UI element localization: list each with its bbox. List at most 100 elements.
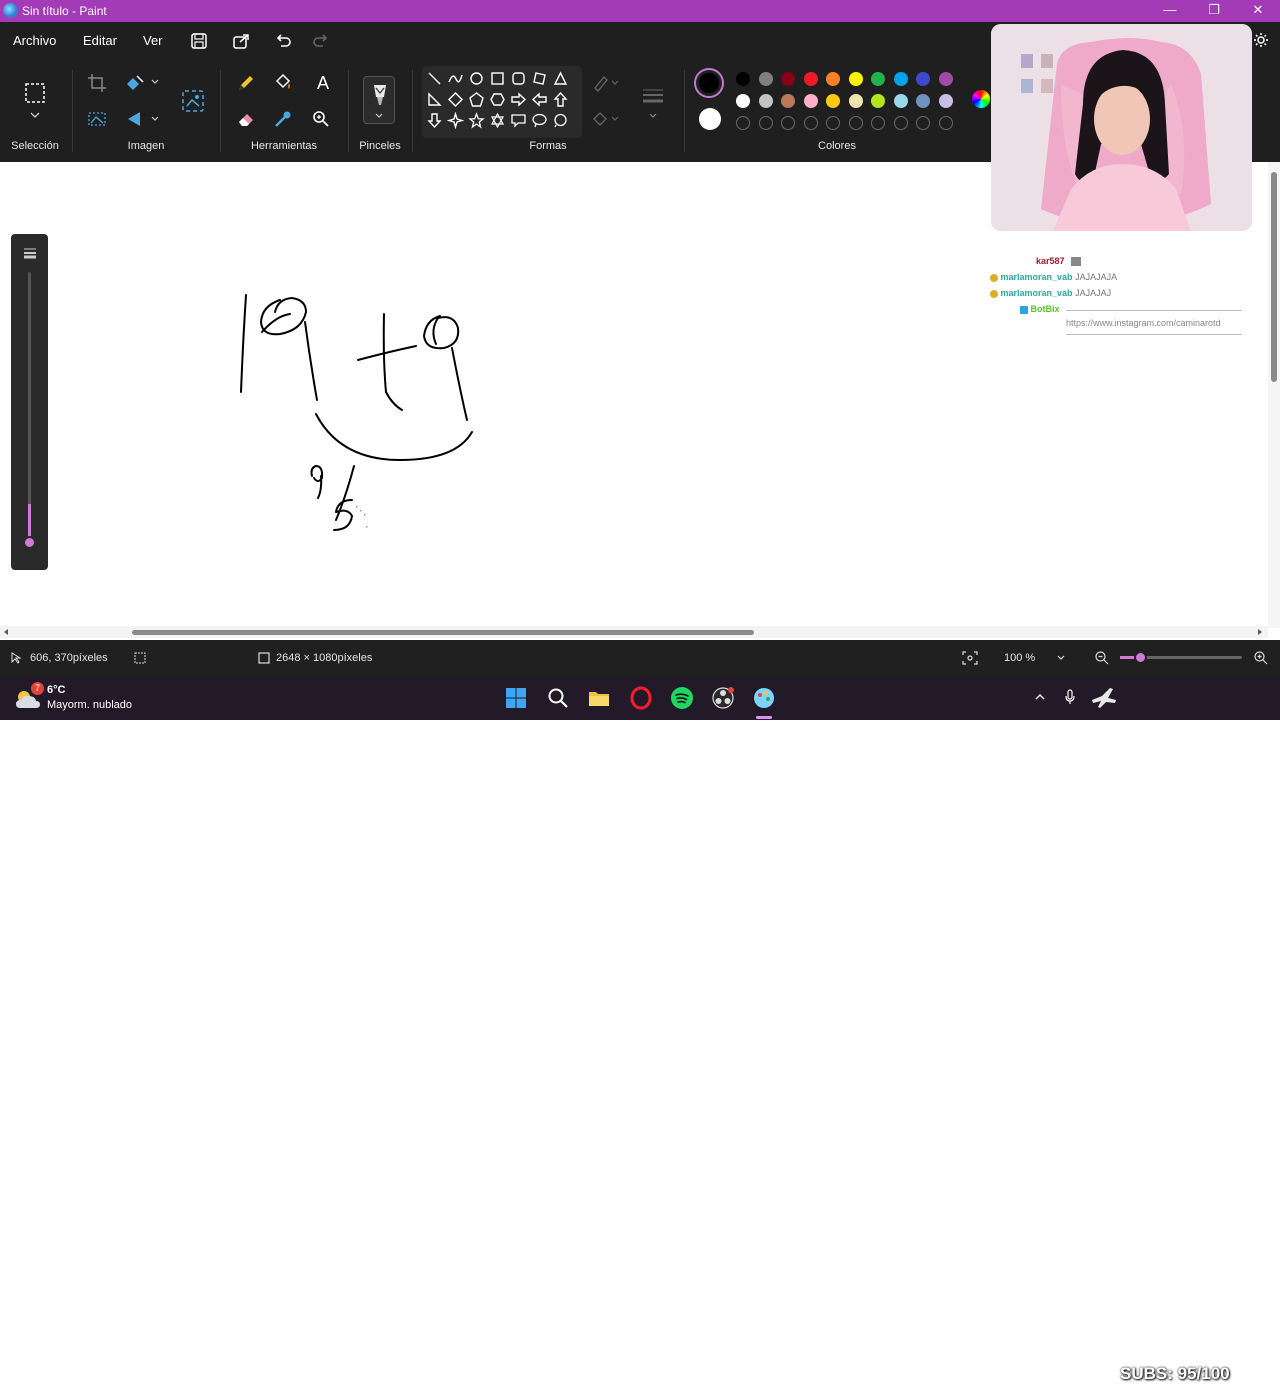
color-swatch[interactable] [736,72,750,86]
color-swatch[interactable] [826,72,840,86]
drawing-canvas[interactable] [0,162,1268,626]
magnifier-icon[interactable] [310,108,332,130]
polygon-shape-icon[interactable] [531,70,548,87]
zoom-slider[interactable] [1120,651,1242,664]
paint-taskbar-icon[interactable] [752,686,776,710]
gear-icon[interactable] [1253,32,1269,48]
eraser-icon[interactable] [235,108,257,130]
vertical-scrollbar[interactable] [1268,162,1280,628]
color-swatch[interactable] [803,72,818,86]
maximize-button[interactable]: ❐ [1192,0,1236,22]
right-triangle-shape-icon[interactable] [426,91,443,108]
menu-view[interactable]: Ver [143,33,163,48]
color-swatch[interactable] [781,94,795,108]
weather-description[interactable]: Mayorm. nublado [47,699,132,711]
spotify-icon[interactable] [670,686,694,710]
chevron-down-icon[interactable] [648,112,658,120]
custom-color-slot[interactable] [916,116,930,130]
line-size-icon[interactable] [640,84,666,106]
custom-color-slot[interactable] [871,116,885,130]
rounded-rectangle-shape-icon[interactable] [510,70,527,87]
pentagon-shape-icon[interactable] [468,91,485,108]
menu-file[interactable]: Archivo [13,33,56,48]
opera-browser-icon[interactable] [629,686,653,710]
color-swatch[interactable] [758,72,773,86]
close-button[interactable]: ✕ [1236,0,1280,22]
zoom-level[interactable]: 100 % [1004,652,1035,664]
color-swatch[interactable] [803,94,818,108]
custom-color-slot[interactable] [826,116,840,130]
custom-color-slot[interactable] [803,116,818,130]
curve-shape-icon[interactable] [447,70,464,87]
redo-icon[interactable] [310,30,332,52]
hexagon-shape-icon[interactable] [489,91,506,108]
text-tool-icon[interactable]: A [312,72,334,94]
zoom-out-icon[interactable] [1094,650,1109,665]
chevron-down-icon[interactable] [150,114,160,124]
rectangle-callout-icon[interactable] [510,112,527,129]
horizontal-scrollbar[interactable] [0,626,1268,638]
chevron-up-icon[interactable] [1034,691,1046,703]
down-arrow-shape-icon[interactable] [426,112,443,129]
file-explorer-icon[interactable] [587,686,611,710]
triangle-shape-icon[interactable] [552,70,569,87]
custom-color-slot[interactable] [893,116,908,130]
weather-widget[interactable]: 7 [14,682,44,710]
color-swatch[interactable] [938,72,953,86]
image-generator-icon[interactable] [180,88,206,114]
menu-edit[interactable]: Editar [83,33,117,48]
scroll-right-icon[interactable] [1256,628,1264,636]
four-point-star-shape-icon[interactable] [447,112,464,129]
zoom-slider-thumb[interactable] [1134,651,1147,664]
pencil-icon[interactable] [235,72,257,94]
search-icon[interactable] [546,686,570,710]
secondary-color-button[interactable] [699,108,721,130]
color-swatch[interactable] [826,94,840,108]
color-swatch[interactable] [938,94,953,108]
zoom-in-icon[interactable] [1253,650,1268,665]
horizontal-scroll-thumb[interactable] [132,630,754,635]
chevron-down-icon[interactable] [1056,654,1066,662]
oval-shape-icon[interactable] [468,70,485,87]
weather-temperature[interactable]: 6°C [47,684,65,696]
five-point-star-shape-icon[interactable] [468,112,485,129]
chevron-down-icon[interactable] [29,110,41,120]
line-shape-icon[interactable] [426,70,443,87]
outline-icon[interactable] [590,72,620,94]
select-all-icon[interactable] [86,108,108,130]
color-swatch[interactable] [871,94,885,108]
custom-color-slot[interactable] [781,116,795,130]
cloud-callout-icon[interactable] [552,112,569,129]
six-point-star-shape-icon[interactable] [489,112,506,129]
oval-callout-icon[interactable] [531,112,548,129]
up-arrow-shape-icon[interactable] [552,91,569,108]
crop-icon[interactable] [86,72,108,94]
custom-color-slot[interactable] [736,116,750,130]
fill-icon[interactable] [590,108,620,130]
color-swatch[interactable] [736,94,750,108]
rectangle-select-icon[interactable] [24,82,46,104]
color-picker-icon[interactable] [272,108,294,130]
custom-color-slot[interactable] [938,116,953,130]
right-arrow-shape-icon[interactable] [510,91,527,108]
save-icon[interactable] [188,30,210,52]
color-swatch[interactable] [871,72,885,86]
fill-bucket-icon[interactable] [272,72,294,94]
rotate-icon[interactable] [124,108,146,130]
color-swatch[interactable] [893,94,908,108]
custom-color-slot[interactable] [758,116,773,130]
fit-to-window-icon[interactable] [962,651,978,665]
microphone-icon[interactable] [1064,689,1076,705]
color-swatch[interactable] [916,72,930,86]
undo-icon[interactable] [272,30,294,52]
windows-start-icon[interactable] [504,686,528,710]
primary-color-button[interactable] [694,68,724,98]
vertical-scroll-thumb[interactable] [1271,172,1277,382]
resize-icon[interactable] [124,72,146,94]
scroll-left-icon[interactable] [2,628,10,636]
minimize-button[interactable]: — [1148,0,1192,22]
custom-color-slot[interactable] [848,116,863,130]
color-swatch[interactable] [781,72,795,86]
color-swatch[interactable] [848,94,863,108]
brush-size-slider[interactable] [11,234,48,570]
